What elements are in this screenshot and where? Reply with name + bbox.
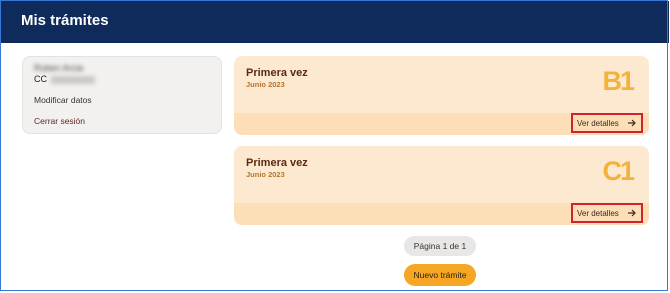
view-details-label: Ver detalles [577, 118, 619, 128]
procedure-date: Junio 2023 [246, 80, 285, 89]
doc-number-redacted [51, 75, 95, 84]
view-details-button[interactable]: Ver detalles [571, 113, 643, 133]
view-details-button[interactable]: Ver detalles [571, 203, 643, 223]
procedure-date: Junio 2023 [246, 170, 285, 179]
level-badge-c1: C1 [602, 156, 634, 186]
logout-link[interactable]: Cerrar sesión [34, 116, 85, 126]
procedure-card-c1: Primera vez Junio 2023 C1 Ver detalles [234, 146, 649, 225]
view-details-label: Ver detalles [577, 208, 619, 218]
user-profile-card: Ruben Arcia CC Modificar datos Cerrar se… [22, 56, 222, 134]
new-procedure-button[interactable]: Nuevo trámite [404, 264, 476, 286]
doc-type-label: CC [34, 74, 47, 84]
level-badge-b1: B1 [602, 66, 634, 96]
top-header: Mis trámites [1, 1, 669, 43]
procedure-title: Primera vez [246, 67, 308, 79]
user-document: CC [34, 74, 95, 84]
arrow-right-icon [627, 118, 637, 128]
procedure-card-b1: Primera vez Junio 2023 B1 Ver detalles [234, 56, 649, 135]
pagination-indicator: Página 1 de 1 [404, 236, 476, 256]
modify-data-link[interactable]: Modificar datos [34, 95, 92, 105]
procedure-title: Primera vez [246, 157, 308, 169]
arrow-right-icon [627, 208, 637, 218]
page-title: Mis trámites [21, 12, 109, 29]
user-name: Ruben Arcia [34, 63, 84, 73]
